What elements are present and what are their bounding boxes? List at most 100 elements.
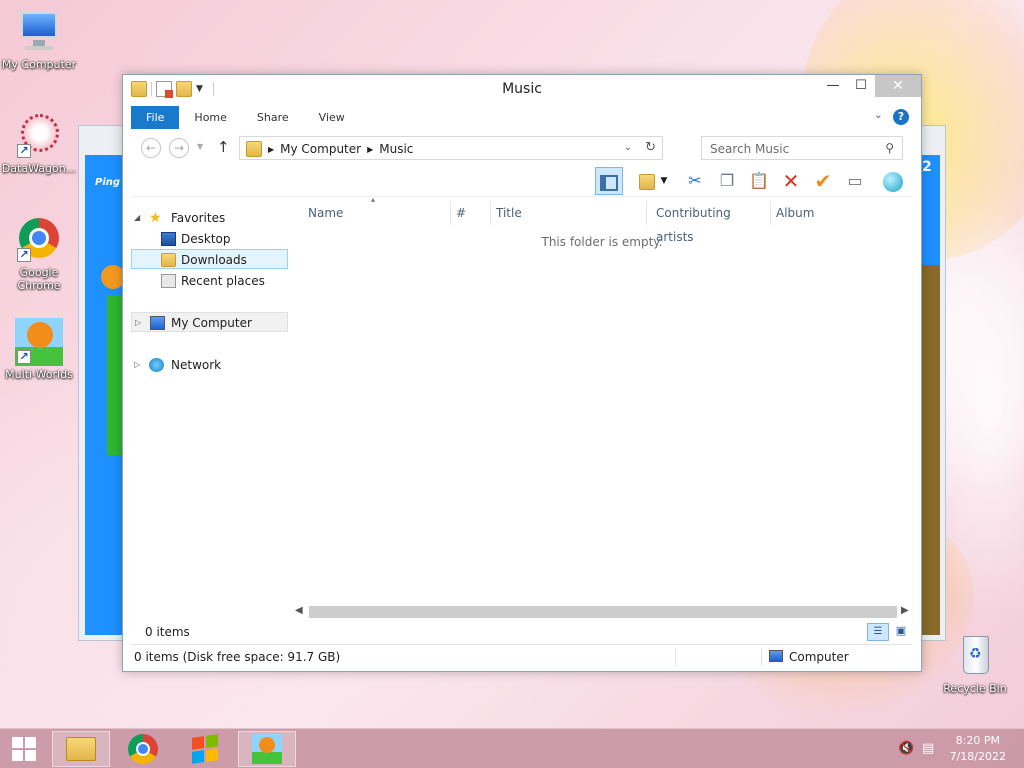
desktop-icon-label: My Computer	[1, 58, 77, 71]
large-icons-view-icon[interactable]: ▣	[891, 623, 911, 641]
nav-desktop[interactable]: Desktop	[131, 229, 288, 249]
maximize-button[interactable]: ☐	[847, 75, 875, 97]
copy-icon[interactable]: ❐	[713, 167, 741, 195]
back-button[interactable]: ←	[141, 138, 161, 158]
ribbon-tabs: File Home Share View ⌄ ?	[131, 106, 913, 129]
status-computer: Computer	[789, 650, 849, 664]
details-view-icon[interactable]: ☰	[867, 623, 889, 641]
item-count: 0 items	[145, 625, 190, 639]
title-bar[interactable]: ▼ Music — ☐ ✕	[123, 75, 921, 105]
scrollbar-thumb[interactable]	[309, 606, 897, 618]
expand-ribbon-icon[interactable]: ⌄	[874, 108, 883, 121]
status-disk-space: 0 items (Disk free space: 91.7 GB)	[134, 650, 341, 664]
background-game-canvas: Ping	[85, 155, 125, 635]
nav-recent-places[interactable]: Recent places	[131, 271, 288, 291]
rename-icon[interactable]: ✔	[809, 167, 837, 195]
desktop-icon-my-computer[interactable]: My Computer	[0, 8, 78, 71]
desktop-icon-recycle-bin[interactable]: ♻ Recycle Bin	[936, 632, 1014, 695]
shortcut-arrow-icon: ↗	[17, 248, 31, 262]
scroll-right-icon[interactable]: ▶	[901, 605, 909, 616]
properties-icon[interactable]: ▭	[841, 167, 869, 195]
tab-file[interactable]: File	[131, 106, 180, 129]
desktop-icon-google-chrome[interactable]: ↗ Google Chrome	[0, 216, 78, 292]
desktop-icon	[161, 232, 176, 246]
taskbar-multi-worlds[interactable]	[238, 731, 296, 767]
desktop-icon-label: Google Chrome	[17, 266, 61, 292]
recent-locations-icon[interactable]: ▼	[197, 142, 203, 151]
nav-my-computer[interactable]: ▷ My Computer	[131, 312, 288, 332]
preview-pane-icon[interactable]	[595, 167, 623, 195]
window-title: Music	[502, 81, 542, 97]
help-icon[interactable]: ?	[893, 109, 909, 125]
system-clock[interactable]: 8:20 PM 7/18/2022	[950, 733, 1006, 765]
breadcrumb-separator-icon: ▶	[367, 144, 374, 154]
breadcrumb-my-computer[interactable]: My Computer	[280, 142, 361, 156]
desktop-icon-label: DataWagon...	[1, 162, 77, 175]
volume-muted-icon[interactable]: 🔇	[898, 741, 914, 756]
up-button[interactable]: ↑	[217, 138, 230, 156]
column-name[interactable]: Name	[303, 201, 451, 225]
search-box[interactable]: Search Music ⚲	[701, 136, 903, 160]
windows-flag-icon	[192, 734, 218, 764]
delete-icon[interactable]: ✕	[777, 167, 805, 195]
explorer-window[interactable]: ▼ Music — ☐ ✕ File Home Share View ⌄ ? ←…	[122, 74, 922, 672]
column-album[interactable]: Album	[771, 201, 907, 225]
taskbar-app-windows-logo[interactable]	[176, 731, 234, 767]
desktop-icon-datawagon[interactable]: ↗ DataWagon...	[0, 112, 78, 175]
clock-date: 7/18/2022	[949, 750, 1006, 763]
minimize-button[interactable]: —	[819, 75, 847, 97]
scroll-left-icon[interactable]: ◀	[295, 605, 303, 616]
nav-favorites[interactable]: ◢ ★ Favorites	[131, 208, 288, 228]
tab-view[interactable]: View	[304, 106, 360, 129]
recent-places-icon	[161, 274, 176, 288]
item-count-bar: 0 items ☰ ▣	[131, 621, 913, 643]
network-globe-icon[interactable]	[879, 167, 907, 195]
clock-time: 8:20 PM	[955, 734, 1000, 747]
close-button[interactable]: ✕	[875, 75, 921, 97]
shortcut-arrow-icon: ↗	[17, 144, 31, 158]
status-computer-icon	[769, 650, 783, 662]
address-bar[interactable]: ▶ My Computer ▶ Music ⌄ ↻	[239, 136, 663, 160]
column-number[interactable]: #	[451, 201, 491, 225]
network-tray-icon[interactable]: ▤	[922, 741, 934, 756]
cut-icon[interactable]: ✂	[681, 167, 709, 195]
windows-logo-icon	[12, 737, 36, 761]
start-button[interactable]	[0, 731, 48, 767]
star-icon: ★	[149, 210, 162, 226]
multi-worlds-icon: ↗	[15, 318, 63, 366]
select-dropdown-icon[interactable]: ▼	[657, 167, 671, 195]
search-input[interactable]: Search Music	[710, 142, 789, 156]
file-explorer-icon	[66, 737, 96, 761]
empty-folder-message: This folder is empty.	[541, 235, 663, 249]
tab-share[interactable]: Share	[242, 106, 304, 129]
network-icon	[149, 358, 164, 372]
command-toolbar: ▼ ✂ ❐ 📋 ✕ ✔ ▭	[131, 167, 913, 197]
nav-network[interactable]: ▷ Network	[131, 355, 288, 375]
expand-arrow-icon[interactable]: ▷	[135, 313, 141, 333]
collapse-arrow-icon[interactable]: ◢	[134, 208, 140, 228]
forward-button[interactable]: →	[169, 138, 189, 158]
expand-arrow-icon[interactable]: ▷	[134, 355, 140, 375]
file-list[interactable]: ▴ Name # Title Contributing artists Albu…	[293, 195, 911, 607]
breadcrumb-music[interactable]: Music	[379, 142, 413, 156]
chrome-icon: ↗	[15, 216, 63, 264]
paste-icon[interactable]: 📋	[745, 167, 773, 195]
taskbar-chrome[interactable]	[114, 731, 172, 767]
column-contributing-artists[interactable]: Contributing artists	[651, 201, 771, 244]
recycle-bin-icon: ♻	[951, 632, 999, 680]
breadcrumb-separator-icon: ▶	[268, 144, 275, 154]
search-icon[interactable]: ⚲	[885, 141, 894, 155]
desktop-icon-label: Multi-Worlds	[5, 368, 73, 381]
refresh-button[interactable]: ↻	[645, 140, 656, 155]
taskbar-file-explorer[interactable]	[52, 731, 110, 767]
address-dropdown-icon[interactable]: ⌄	[624, 142, 632, 153]
background-game-text: Ping	[95, 177, 121, 188]
music-folder-icon	[246, 141, 262, 157]
desktop-icon-label: Recycle Bin	[943, 682, 1007, 695]
computer-icon	[15, 8, 63, 56]
desktop-icon-multi-worlds[interactable]: ↗ Multi-Worlds	[0, 318, 78, 381]
column-title[interactable]: Title	[491, 201, 647, 225]
tab-home[interactable]: Home	[179, 106, 241, 129]
horizontal-scrollbar[interactable]: ◀ ▶	[293, 603, 913, 621]
nav-downloads[interactable]: Downloads	[131, 249, 288, 269]
